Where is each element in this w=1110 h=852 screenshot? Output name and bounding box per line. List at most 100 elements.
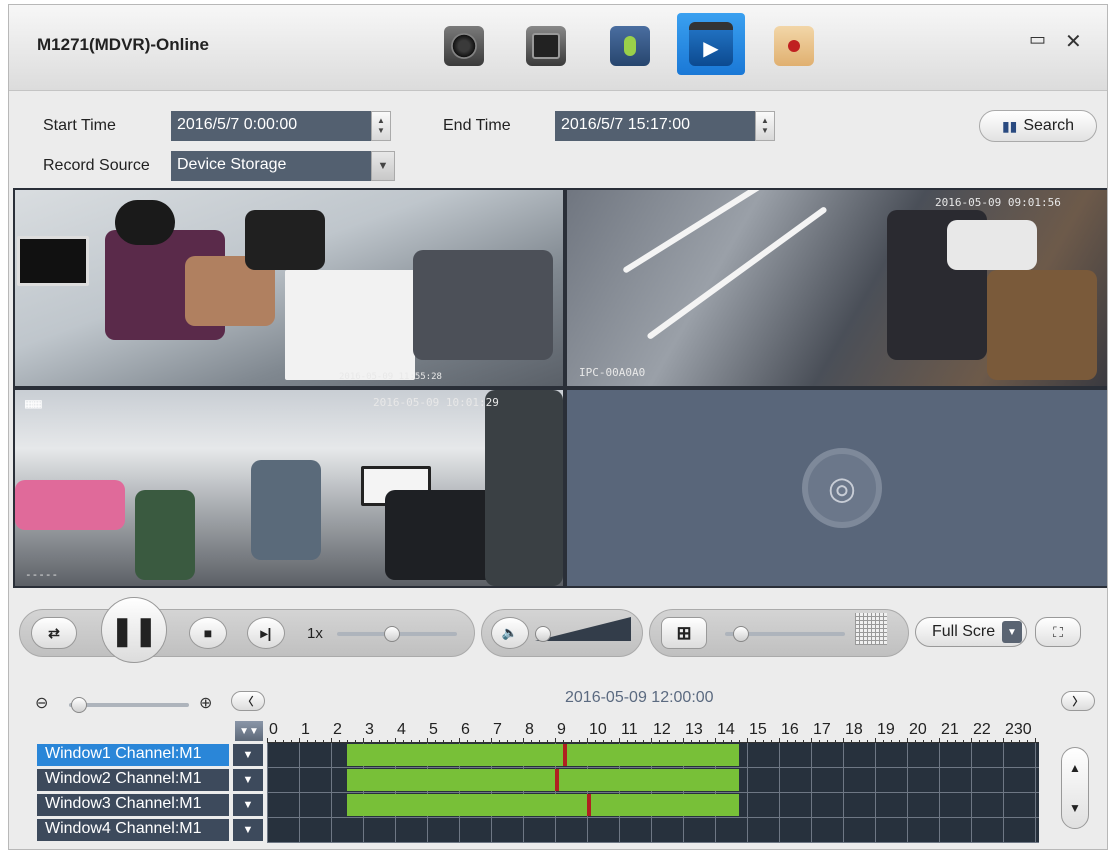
ruler-tick bbox=[579, 740, 580, 742]
video-pane-1[interactable]: 2016-05-09 11:55:28 bbox=[15, 190, 563, 386]
collapse-channels-icon[interactable]: ▼▼ bbox=[235, 721, 263, 741]
volume-slider-knob[interactable] bbox=[535, 626, 551, 642]
chevron-down-icon[interactable]: ▼ bbox=[233, 769, 263, 791]
ruler-tick bbox=[859, 740, 860, 742]
sync-play-button[interactable]: ⇄ bbox=[31, 617, 77, 649]
ruler-tick bbox=[363, 738, 364, 742]
ruler-tick bbox=[971, 738, 972, 742]
hour-label: 12 bbox=[653, 721, 671, 738]
record-source-dropdown[interactable]: ▼ bbox=[371, 151, 395, 181]
ruler-tick bbox=[803, 740, 804, 742]
ruler-tick bbox=[595, 740, 596, 742]
video-pane-4[interactable]: ◎ bbox=[567, 390, 1107, 586]
pause-button[interactable]: ❚❚ bbox=[101, 597, 167, 663]
ruler-tick bbox=[755, 740, 756, 742]
video-pane-3[interactable]: ▦▦ 2016-05-09 10:01:29 ----- bbox=[15, 390, 563, 586]
microphone-icon[interactable] bbox=[605, 21, 655, 71]
monitor-icon[interactable] bbox=[521, 21, 571, 71]
recording-segment[interactable] bbox=[347, 744, 739, 766]
timeline-gridline bbox=[843, 743, 844, 843]
timeline-tracks[interactable] bbox=[267, 743, 1039, 843]
hour-label: 4 bbox=[397, 721, 406, 738]
timeline-gridline bbox=[1003, 743, 1004, 843]
chevron-down-icon[interactable]: ▼ bbox=[233, 794, 263, 816]
fullscreen-select[interactable]: Full Scre ▼ bbox=[915, 617, 1027, 647]
video-pane-3-osd-bottom: ----- bbox=[25, 568, 59, 581]
ruler-tick bbox=[667, 740, 668, 742]
channel-label[interactable]: Window2 Channel:M1 bbox=[37, 769, 229, 791]
hour-label: 17 bbox=[813, 721, 831, 738]
record-source-select[interactable]: Device Storage bbox=[171, 151, 371, 181]
title-bar: M1271(MDVR)-Online ▶ ▭ ✕ bbox=[9, 5, 1107, 91]
no-video-camera-icon: ◎ bbox=[802, 448, 882, 528]
timeline-gridline bbox=[331, 743, 332, 843]
channel-label[interactable]: Window4 Channel:M1 bbox=[37, 819, 229, 841]
speed-slider-knob[interactable] bbox=[383, 626, 400, 642]
ruler-tick bbox=[307, 740, 308, 742]
search-button[interactable]: ▮▮ Search bbox=[979, 110, 1097, 142]
timeline-zoom-knob[interactable] bbox=[71, 697, 87, 713]
chevron-down-icon[interactable]: ▼ bbox=[233, 744, 263, 766]
zoom-out-icon[interactable]: ⊖ bbox=[35, 693, 48, 713]
hour-label: 2 bbox=[333, 721, 342, 738]
timeline-next-button[interactable]: 〉 bbox=[1061, 691, 1095, 711]
playback-cursor[interactable] bbox=[587, 794, 591, 816]
ruler-tick bbox=[547, 740, 548, 742]
channel-label[interactable]: Window1 Channel:M1 bbox=[37, 744, 229, 766]
recording-segment[interactable] bbox=[347, 794, 739, 816]
ruler-tick bbox=[987, 740, 988, 742]
playback-cursor[interactable] bbox=[563, 744, 567, 766]
start-time-spinner[interactable]: ▲ ▼ bbox=[371, 111, 391, 141]
timeline-datetime: 2016-05-09 12:00:00 bbox=[565, 689, 714, 706]
ruler-tick bbox=[819, 740, 820, 742]
hour-label: 21 bbox=[941, 721, 959, 738]
playback-cursor[interactable] bbox=[555, 769, 559, 791]
close-button[interactable]: ✕ bbox=[1065, 29, 1082, 54]
chevron-down-icon[interactable]: ▼ bbox=[1002, 621, 1022, 643]
hour-label: 11 bbox=[621, 721, 638, 738]
split-layout-icon[interactable]: ⊞ bbox=[661, 617, 707, 649]
channel-label[interactable]: Window3 Channel:M1 bbox=[37, 794, 229, 816]
ruler-tick bbox=[763, 740, 764, 742]
ruler-tick bbox=[947, 740, 948, 742]
scroll-down-icon[interactable]: ▼ bbox=[1069, 801, 1081, 815]
ruler-tick bbox=[627, 740, 628, 742]
hour-label: 9 bbox=[557, 721, 566, 738]
ruler-tick bbox=[955, 740, 956, 742]
grid-layout-icon[interactable] bbox=[855, 613, 887, 645]
ruler-tick bbox=[523, 738, 524, 742]
fullscreen-icon[interactable]: ⛶ bbox=[1035, 617, 1081, 647]
ruler-tick bbox=[867, 740, 868, 742]
playback-icon[interactable]: ▶ bbox=[677, 13, 745, 75]
ruler-tick bbox=[907, 738, 908, 742]
step-frame-button[interactable]: ▸| bbox=[247, 617, 285, 649]
ruler-tick bbox=[539, 740, 540, 742]
camera-icon[interactable] bbox=[439, 21, 489, 71]
ruler-tick bbox=[435, 740, 436, 742]
ruler-tick bbox=[691, 740, 692, 742]
end-time-spinner[interactable]: ▲ ▼ bbox=[755, 111, 775, 141]
zoom-in-icon[interactable]: ⊕ bbox=[199, 693, 212, 713]
hour-label: 6 bbox=[461, 721, 470, 738]
timeline-scrollbar[interactable]: ▲ ▼ bbox=[1061, 747, 1089, 829]
video-pane-2[interactable]: 2016-05-09 09:01:56 IPC-00A0A0 bbox=[567, 190, 1107, 386]
video-pane-3-label: ▦▦ bbox=[25, 396, 42, 412]
hour-label: 3 bbox=[365, 721, 374, 738]
scroll-up-icon[interactable]: ▲ bbox=[1069, 761, 1081, 775]
timeline-zoom-slider[interactable] bbox=[69, 703, 189, 707]
hour-label: 230 bbox=[1005, 721, 1032, 738]
timeline-prev-button[interactable]: 〈 bbox=[231, 691, 265, 711]
mute-icon[interactable]: 🔈 bbox=[491, 617, 529, 649]
ruler-tick bbox=[1035, 738, 1036, 742]
stop-button[interactable]: ■ bbox=[189, 617, 227, 649]
ruler-tick bbox=[1011, 740, 1012, 742]
map-icon[interactable] bbox=[769, 21, 819, 71]
end-time-field[interactable]: 2016/5/7 15:17:00 bbox=[555, 111, 755, 141]
ruler-tick bbox=[683, 738, 684, 742]
maximize-button[interactable]: ▭ bbox=[1029, 29, 1046, 50]
chevron-down-icon[interactable]: ▼ bbox=[233, 819, 263, 841]
ruler-tick bbox=[1019, 740, 1020, 742]
recording-segment[interactable] bbox=[347, 769, 739, 791]
ruler-tick bbox=[891, 740, 892, 742]
start-time-field[interactable]: 2016/5/7 0:00:00 bbox=[171, 111, 371, 141]
